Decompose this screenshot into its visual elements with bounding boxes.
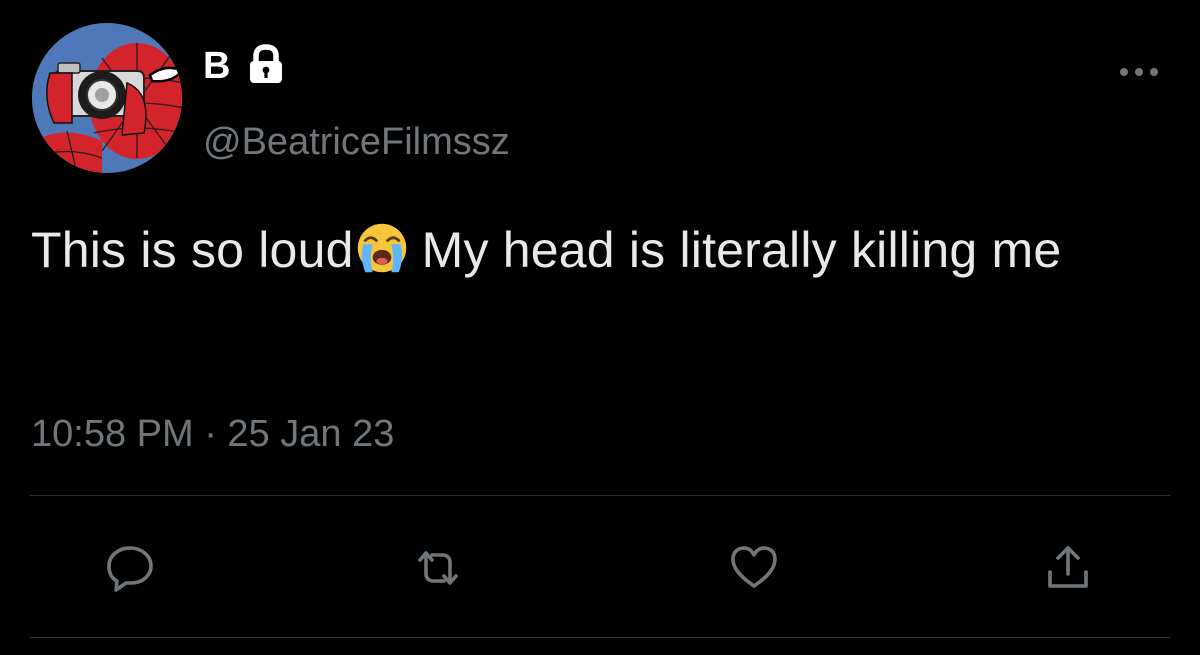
user-handle[interactable]: @BeatriceFilmssz [203,118,510,166]
share-icon [1048,546,1088,588]
tweet-text-part-1: This is so loud [31,222,354,278]
retweet-button[interactable] [412,542,464,594]
tweet-text-part-2: My head is literally killing me [421,222,1062,278]
divider [30,495,1170,496]
loudly-crying-face-emoji [357,223,406,273]
tweet-timestamp[interactable]: 10:58 PM · 25 Jan 23 [31,410,394,458]
reply-icon [107,546,153,592]
reply-button[interactable] [104,542,156,594]
share-button[interactable] [1042,542,1094,594]
avatar[interactable] [32,23,182,173]
lock-icon [250,44,282,83]
retweet-icon [418,551,458,585]
spiderman-avatar-image [32,23,182,173]
like-button[interactable] [728,542,780,594]
display-name[interactable]: B [203,42,230,90]
tweet-card: B @BeatriceFilmssz This is so loud My he… [0,0,1200,655]
divider [30,637,1170,638]
heart-icon [731,546,777,588]
tweet-text: This is so loud My head is literally kil… [31,214,1161,286]
more-horizontal-icon[interactable] [1117,60,1161,84]
